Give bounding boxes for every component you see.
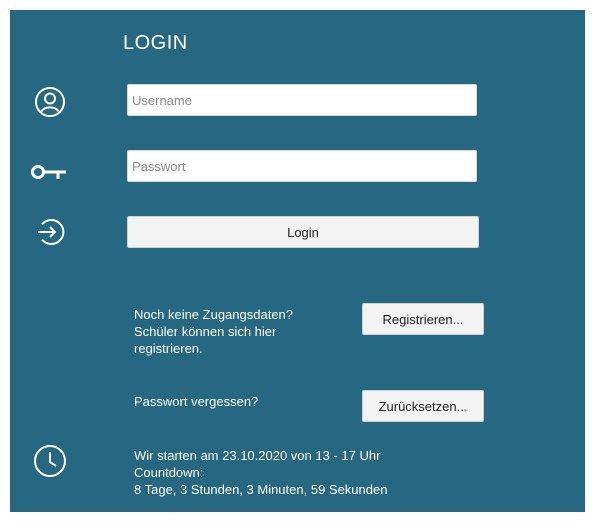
page-title: LOGIN [123, 32, 188, 54]
countdown-info: Wir starten am 23.10.2020 von 13 - 17 Uh… [134, 447, 387, 498]
register-button-label: Registrieren... [382, 311, 464, 327]
countdown-start: Wir starten am 23.10.2020 von 13 - 17 Uh… [134, 448, 381, 463]
login-button[interactable]: Login [127, 216, 479, 248]
countdown-label: Countdown: [134, 465, 204, 480]
reset-button-label: Zurücksetzen... [378, 398, 468, 414]
login-button-label: Login [287, 224, 319, 240]
forgot-password-text: Passwort vergessen? [134, 394, 259, 409]
reset-button[interactable]: Zurücksetzen... [362, 390, 484, 422]
register-hint-line-3: registrieren. [134, 341, 203, 356]
clock-icon [33, 444, 67, 483]
user-icon [34, 86, 66, 123]
username-input[interactable] [127, 84, 477, 116]
countdown-remaining: 8 Tage, 3 Stunden, 3 Minuten, 59 Sekunde… [134, 482, 388, 497]
register-button[interactable]: Registrieren... [362, 303, 484, 335]
register-hint: Noch keine Zugangsdaten? Schüler können … [134, 306, 293, 357]
register-hint-line-2: Schüler können sich hier [134, 324, 277, 339]
password-input[interactable] [127, 150, 477, 182]
register-hint-line-1: Noch keine Zugangsdaten? [134, 307, 294, 322]
key-icon [30, 160, 70, 189]
login-icon [34, 216, 66, 253]
login-panel: LOGIN Login Noch keine Zugangsdaten? Sch… [10, 10, 585, 512]
